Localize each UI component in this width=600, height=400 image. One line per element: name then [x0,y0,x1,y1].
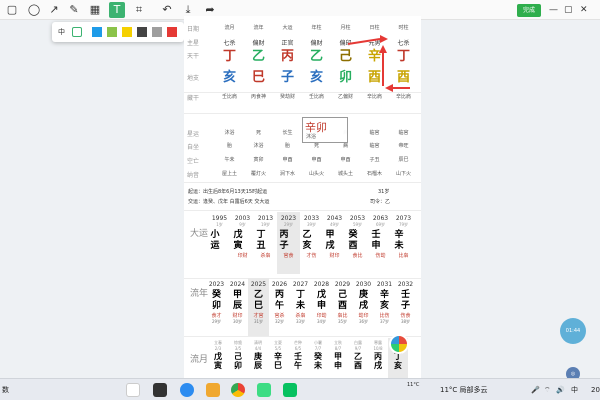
edge-browser-icon[interactable] [180,383,194,397]
clock-text: 20 [591,386,600,394]
taskbar-temp-small: 11°C [407,382,420,388]
annotation-sub-text: 沐浴 [306,134,317,140]
annotation-arrows [347,35,410,92]
app-icon-green[interactable] [257,383,271,397]
wifi-icon[interactable]: ⌔ [544,385,551,395]
file-explorer-icon[interactable] [126,383,140,397]
arrow-head [385,84,393,92]
wechat-icon[interactable] [283,383,297,397]
color-wheel-icon[interactable] [389,334,409,354]
screenshot-root: ▢ ◯ ↗ ✎ ▦ T ⌗ ↶ ⤓ ➦ 完成 — ▢ ✕ 中 日期 主星 天干 地支藏… [0,0,600,400]
ime-indicator[interactable]: 中 [571,385,578,395]
arrow-head [379,45,387,53]
volume-icon[interactable]: 🔊 [556,385,565,395]
taskbar-left-text: 数 [2,386,9,394]
arrow-head [380,35,388,43]
app-icon[interactable] [153,383,167,397]
chrome-icon[interactable] [231,383,245,397]
mic-icon[interactable]: 🎤 [531,385,540,395]
folder-icon[interactable] [206,383,220,397]
weather-text[interactable]: 11°C 局部多云 [440,385,488,395]
floating-timer-badge[interactable]: 01:44 [560,318,586,344]
arrow-line [347,38,381,45]
taskbar: 数 11°C 11°C 局部多云 🎤 ⌔ 🔊 中 20 [0,378,600,400]
